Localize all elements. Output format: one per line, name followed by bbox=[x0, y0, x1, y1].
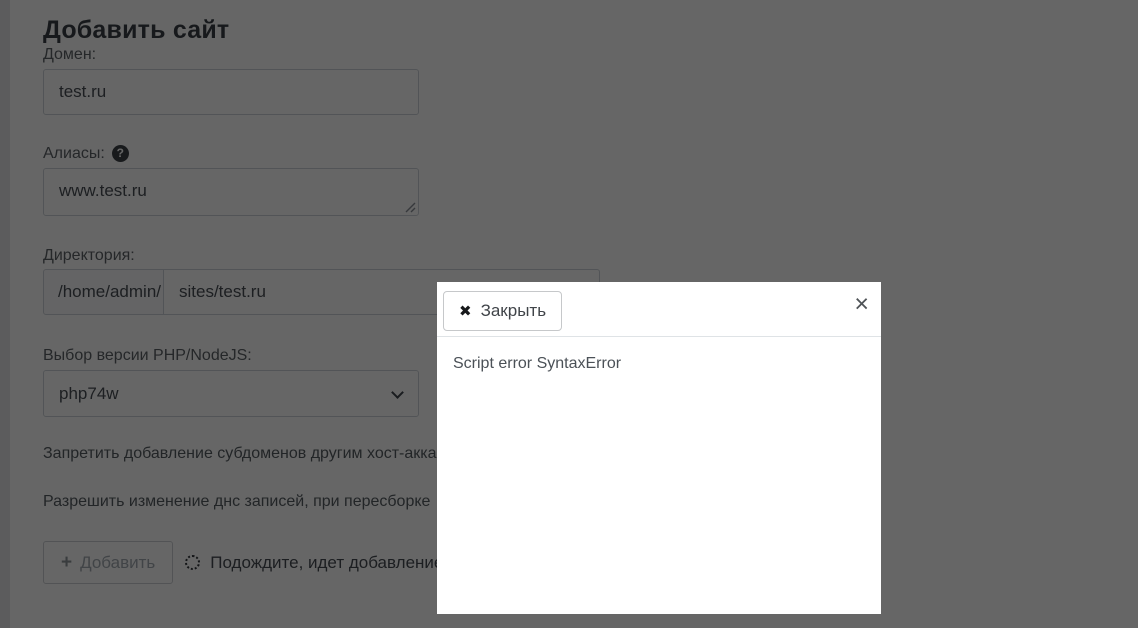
error-modal: ✖ Закрыть × Script error SyntaxError bbox=[437, 282, 881, 614]
modal-close-button-label: Закрыть bbox=[480, 301, 547, 320]
modal-x-icon[interactable]: × bbox=[854, 292, 869, 317]
modal-body: Script error SyntaxError bbox=[437, 337, 881, 391]
error-message: Script error SyntaxError bbox=[453, 355, 622, 372]
close-x-icon: ✖ bbox=[459, 302, 472, 320]
modal-header: ✖ Закрыть × bbox=[437, 282, 881, 337]
modal-close-button[interactable]: ✖ Закрыть bbox=[443, 291, 563, 331]
